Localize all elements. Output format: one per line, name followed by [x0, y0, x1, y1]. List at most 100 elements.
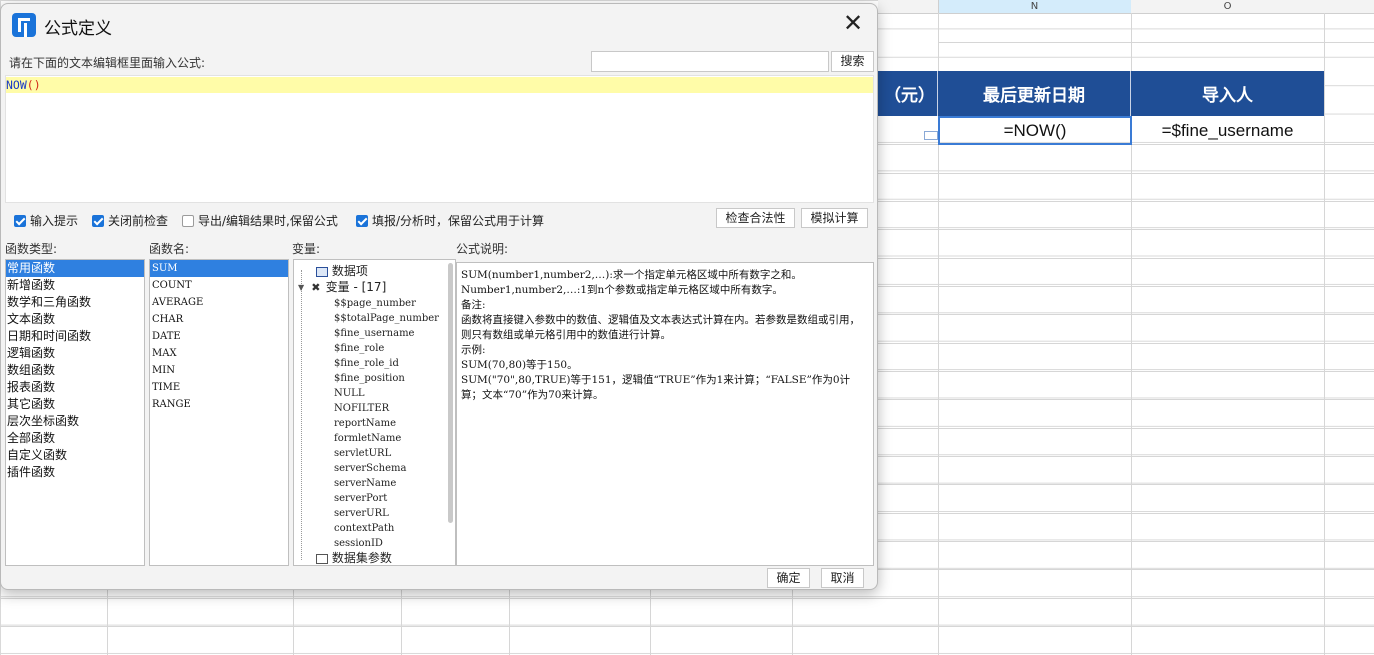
grid-line: [509, 590, 510, 655]
formula-description: SUM(number1,number2,…):求一个指定单元格区域中所有数字之和…: [456, 262, 874, 566]
checkbox-checked[interactable]: [92, 214, 104, 227]
ok-button[interactable]: 确定: [767, 568, 810, 588]
variable-tree[interactable]: 数据项 ▼ ✖ 变量 - [17] $$page_number $$totalP…: [293, 259, 456, 566]
list-item[interactable]: CHAR: [150, 311, 288, 328]
formula-prompt-label: 请在下面的文本编辑框里面输入公式:: [9, 56, 206, 70]
chevron-down-icon[interactable]: ▼: [298, 280, 306, 295]
dataset-param-icon: [316, 553, 328, 564]
list-item[interactable]: MAX: [150, 345, 288, 362]
grid-line: [107, 590, 108, 655]
list-item[interactable]: SUM: [150, 260, 288, 277]
tree-item-variable[interactable]: contextPath: [334, 521, 394, 536]
grid-line: [1324, 13, 1325, 655]
tree-item-variable[interactable]: $$page_number: [334, 296, 416, 311]
list-item[interactable]: 自定义函数: [6, 447, 144, 464]
tree-item-variable[interactable]: formletName: [334, 431, 401, 446]
tree-label: 变量 - [17]: [325, 280, 387, 294]
list-item[interactable]: 新增函数: [6, 277, 144, 294]
formula-text: NOW(): [6, 77, 41, 93]
grid-line: [0, 598, 1374, 599]
func-name-list[interactable]: SUM COUNT AVERAGE CHAR DATE MAX MIN TIME…: [149, 259, 289, 566]
list-item[interactable]: RANGE: [150, 396, 288, 413]
tree-item-data-item[interactable]: 数据项: [316, 264, 368, 279]
tree-item-variable[interactable]: serverSchema: [334, 461, 406, 476]
check-validity-button[interactable]: 检查合法性: [716, 208, 795, 228]
tree-item-dataset-params[interactable]: 数据集参数: [316, 551, 392, 565]
cell-now-formula[interactable]: =NOW(): [938, 116, 1132, 145]
close-button[interactable]: ✕: [839, 10, 867, 38]
tree-item-variable[interactable]: servletURL: [334, 446, 391, 461]
header-cell-last-update[interactable]: 最后更新日期: [938, 71, 1131, 116]
tree-item-variable[interactable]: reportName: [334, 416, 396, 431]
variable-label: 变量:: [292, 242, 321, 256]
list-item[interactable]: TIME: [150, 379, 288, 396]
checkbox-checked[interactable]: [14, 214, 26, 227]
grid-line: [401, 590, 402, 655]
cell-marker: [924, 131, 938, 140]
cell-username-formula[interactable]: =$fine_username: [1131, 116, 1324, 145]
header-cell-amount[interactable]: （元）: [878, 71, 938, 116]
checkbox-unchecked[interactable]: [182, 214, 194, 227]
list-item[interactable]: AVERAGE: [150, 294, 288, 311]
column-header-o[interactable]: O: [1131, 0, 1325, 14]
list-item[interactable]: 其它函数: [6, 396, 144, 413]
list-item[interactable]: 插件函数: [6, 464, 144, 481]
list-item[interactable]: DATE: [150, 328, 288, 345]
tree-guide-line: [301, 270, 302, 560]
column-header-n[interactable]: N: [938, 0, 1132, 14]
tree-item-variable[interactable]: $fine_position: [334, 371, 405, 386]
list-item[interactable]: 常用函数: [6, 260, 144, 277]
tree-label: 数据集参数: [331, 551, 392, 565]
grid-line: [650, 590, 651, 655]
tree-scrollbar[interactable]: [448, 263, 453, 523]
column-header-m[interactable]: [878, 0, 939, 14]
formula-editor[interactable]: NOW(): [5, 75, 874, 203]
tree-label: 数据项: [331, 264, 368, 278]
tree-item-variable[interactable]: $fine_role: [334, 341, 384, 356]
tree-item-variable[interactable]: sessionID: [334, 536, 383, 551]
search-button[interactable]: 搜索: [831, 51, 874, 72]
tree-item-variable[interactable]: NOFILTER: [334, 401, 389, 416]
option-keep-formula-export[interactable]: 导出/编辑结果时,保留公式: [182, 212, 338, 229]
list-item[interactable]: COUNT: [150, 277, 288, 294]
func-type-list[interactable]: 常用函数 新增函数 数学和三角函数 文本函数 日期和时间函数 逻辑函数 数组函数…: [5, 259, 145, 566]
list-item[interactable]: MIN: [150, 362, 288, 379]
option-label: 关闭前检查: [108, 214, 169, 228]
desc-label: 公式说明:: [456, 242, 509, 256]
func-type-label: 函数类型:: [5, 242, 58, 256]
column-header-blank[interactable]: [1324, 0, 1374, 14]
current-line-highlight: [6, 77, 873, 93]
grid-line: [0, 626, 1374, 627]
list-item[interactable]: 逻辑函数: [6, 345, 144, 362]
option-input-hint[interactable]: 输入提示: [14, 212, 78, 229]
header-cell-importer[interactable]: 导入人: [1131, 71, 1324, 116]
tree-item-variable[interactable]: $fine_role_id: [334, 356, 399, 371]
option-label: 填报/分析时，保留公式用于计算: [372, 214, 545, 228]
option-label: 输入提示: [30, 214, 79, 228]
formula-dialog: 公式定义 ✕ 请在下面的文本编辑框里面输入公式: 搜索 NOW() 输入提示 关…: [0, 3, 878, 590]
checkbox-checked[interactable]: [356, 214, 368, 227]
option-keep-formula-fill[interactable]: 填报/分析时，保留公式用于计算: [356, 212, 544, 229]
app-logo-icon: [12, 13, 36, 37]
search-input[interactable]: [591, 51, 829, 72]
tree-item-variable[interactable]: $fine_username: [334, 326, 414, 341]
tree-item-variables[interactable]: ▼ ✖ 变量 - [17]: [298, 280, 386, 295]
tree-item-variable[interactable]: serverURL: [334, 506, 389, 521]
simulate-calc-button[interactable]: 模拟计算: [801, 208, 868, 228]
list-item[interactable]: 报表函数: [6, 379, 144, 396]
option-check-before-close[interactable]: 关闭前检查: [92, 212, 168, 229]
tree-item-variable[interactable]: NULL: [334, 386, 364, 401]
tree-item-variable[interactable]: $$totalPage_number: [334, 311, 439, 326]
list-item[interactable]: 日期和时间函数: [6, 328, 144, 345]
table-icon: [316, 266, 328, 277]
dialog-titlebar[interactable]: 公式定义 ✕: [1, 4, 877, 42]
tree-item-variable[interactable]: serverName: [334, 476, 396, 491]
formula-parens: (): [26, 78, 41, 92]
list-item[interactable]: 数学和三角函数: [6, 294, 144, 311]
list-item[interactable]: 层次坐标函数: [6, 413, 144, 430]
tree-item-variable[interactable]: serverPort: [334, 491, 387, 506]
list-item[interactable]: 文本函数: [6, 311, 144, 328]
cancel-button[interactable]: 取消: [821, 568, 864, 588]
list-item[interactable]: 全部函数: [6, 430, 144, 447]
list-item[interactable]: 数组函数: [6, 362, 144, 379]
